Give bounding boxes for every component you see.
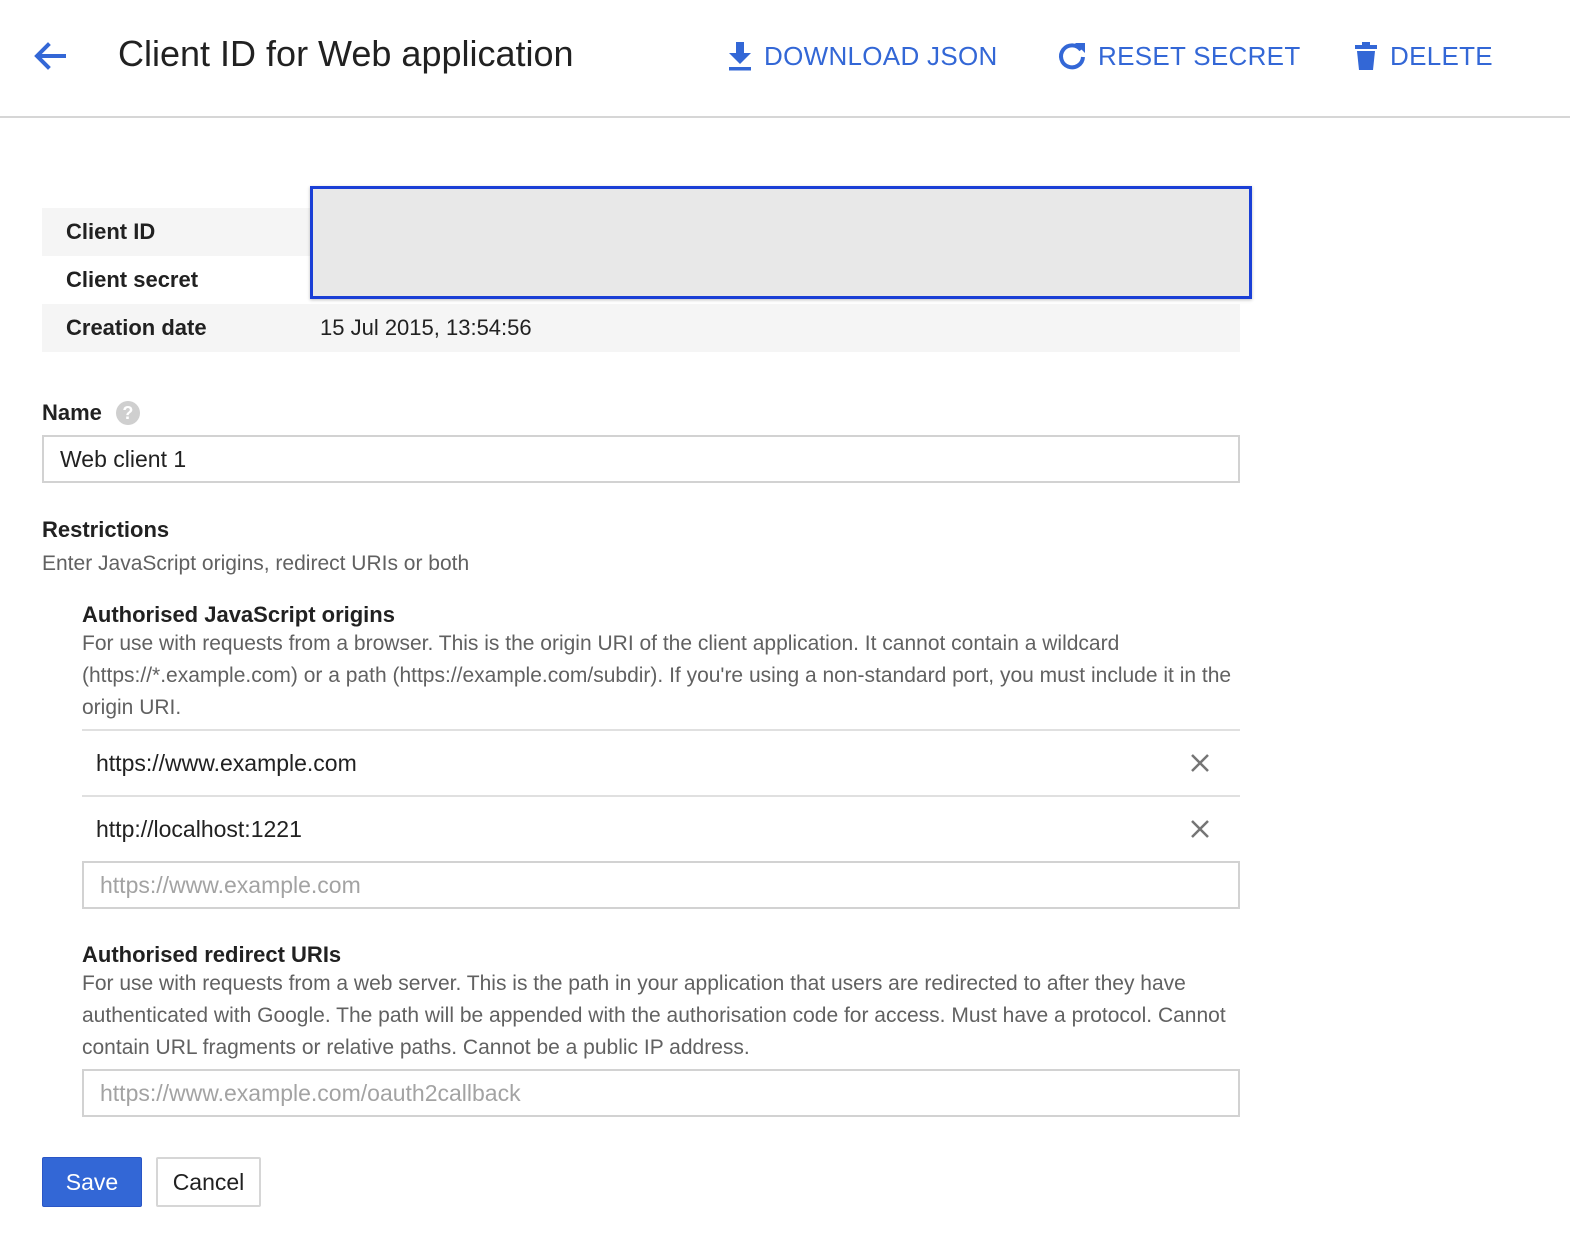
close-icon[interactable]	[1186, 815, 1214, 843]
page-header: Client ID for Web application DOWNLOAD J…	[0, 0, 1570, 118]
page-title: Client ID for Web application	[118, 33, 574, 74]
delete-button[interactable]: DELETE	[1352, 34, 1493, 78]
refresh-icon	[1056, 40, 1088, 72]
back-arrow-icon[interactable]	[28, 34, 72, 78]
reset-secret-label: RESET SECRET	[1098, 40, 1301, 71]
new-origin-input[interactable]	[82, 861, 1240, 909]
client-id-label: Client ID	[66, 219, 156, 244]
js-origins-heading: Authorised JavaScript origins	[82, 602, 395, 627]
download-json-button[interactable]: DOWNLOAD JSON	[726, 34, 998, 78]
js-origins-description: For use with requests from a browser. Th…	[82, 632, 1232, 719]
name-input[interactable]	[42, 435, 1240, 483]
creation-date-label: Creation date	[66, 315, 207, 340]
restrictions-description: Enter JavaScript origins, redirect URIs …	[42, 552, 470, 575]
redacted-credentials-box	[310, 186, 1252, 299]
client-secret-label: Client secret	[66, 267, 199, 292]
restrictions-heading: Restrictions	[42, 517, 170, 542]
download-icon	[726, 40, 754, 72]
name-field-label: Name ?	[42, 400, 140, 426]
cancel-button[interactable]: Cancel	[156, 1157, 261, 1207]
origin-uri-text[interactable]: http://localhost:1221	[96, 816, 302, 843]
list-item: https://www.example.com	[82, 731, 1240, 797]
creation-date-value: 15 Jul 2015, 13:54:56	[320, 315, 532, 340]
new-redirect-uri-input[interactable]	[82, 1069, 1240, 1117]
trash-icon	[1352, 40, 1380, 72]
save-button[interactable]: Save	[42, 1157, 142, 1207]
close-icon[interactable]	[1186, 749, 1214, 777]
download-json-label: DOWNLOAD JSON	[764, 40, 998, 71]
reset-secret-button[interactable]: RESET SECRET	[1056, 34, 1301, 78]
name-label-text: Name	[42, 400, 102, 425]
creation-date-row: Creation date 15 Jul 2015, 13:54:56	[42, 304, 1240, 352]
list-item: http://localhost:1221	[82, 797, 1240, 861]
help-icon[interactable]: ?	[115, 401, 140, 425]
delete-label: DELETE	[1390, 40, 1493, 71]
js-origins-list: https://www.example.com http://localhost…	[82, 729, 1240, 861]
origin-uri-text[interactable]: https://www.example.com	[96, 750, 357, 777]
redirect-uris-heading: Authorised redirect URIs	[82, 942, 342, 967]
redirect-uris-description: For use with requests from a web server.…	[82, 972, 1226, 1059]
